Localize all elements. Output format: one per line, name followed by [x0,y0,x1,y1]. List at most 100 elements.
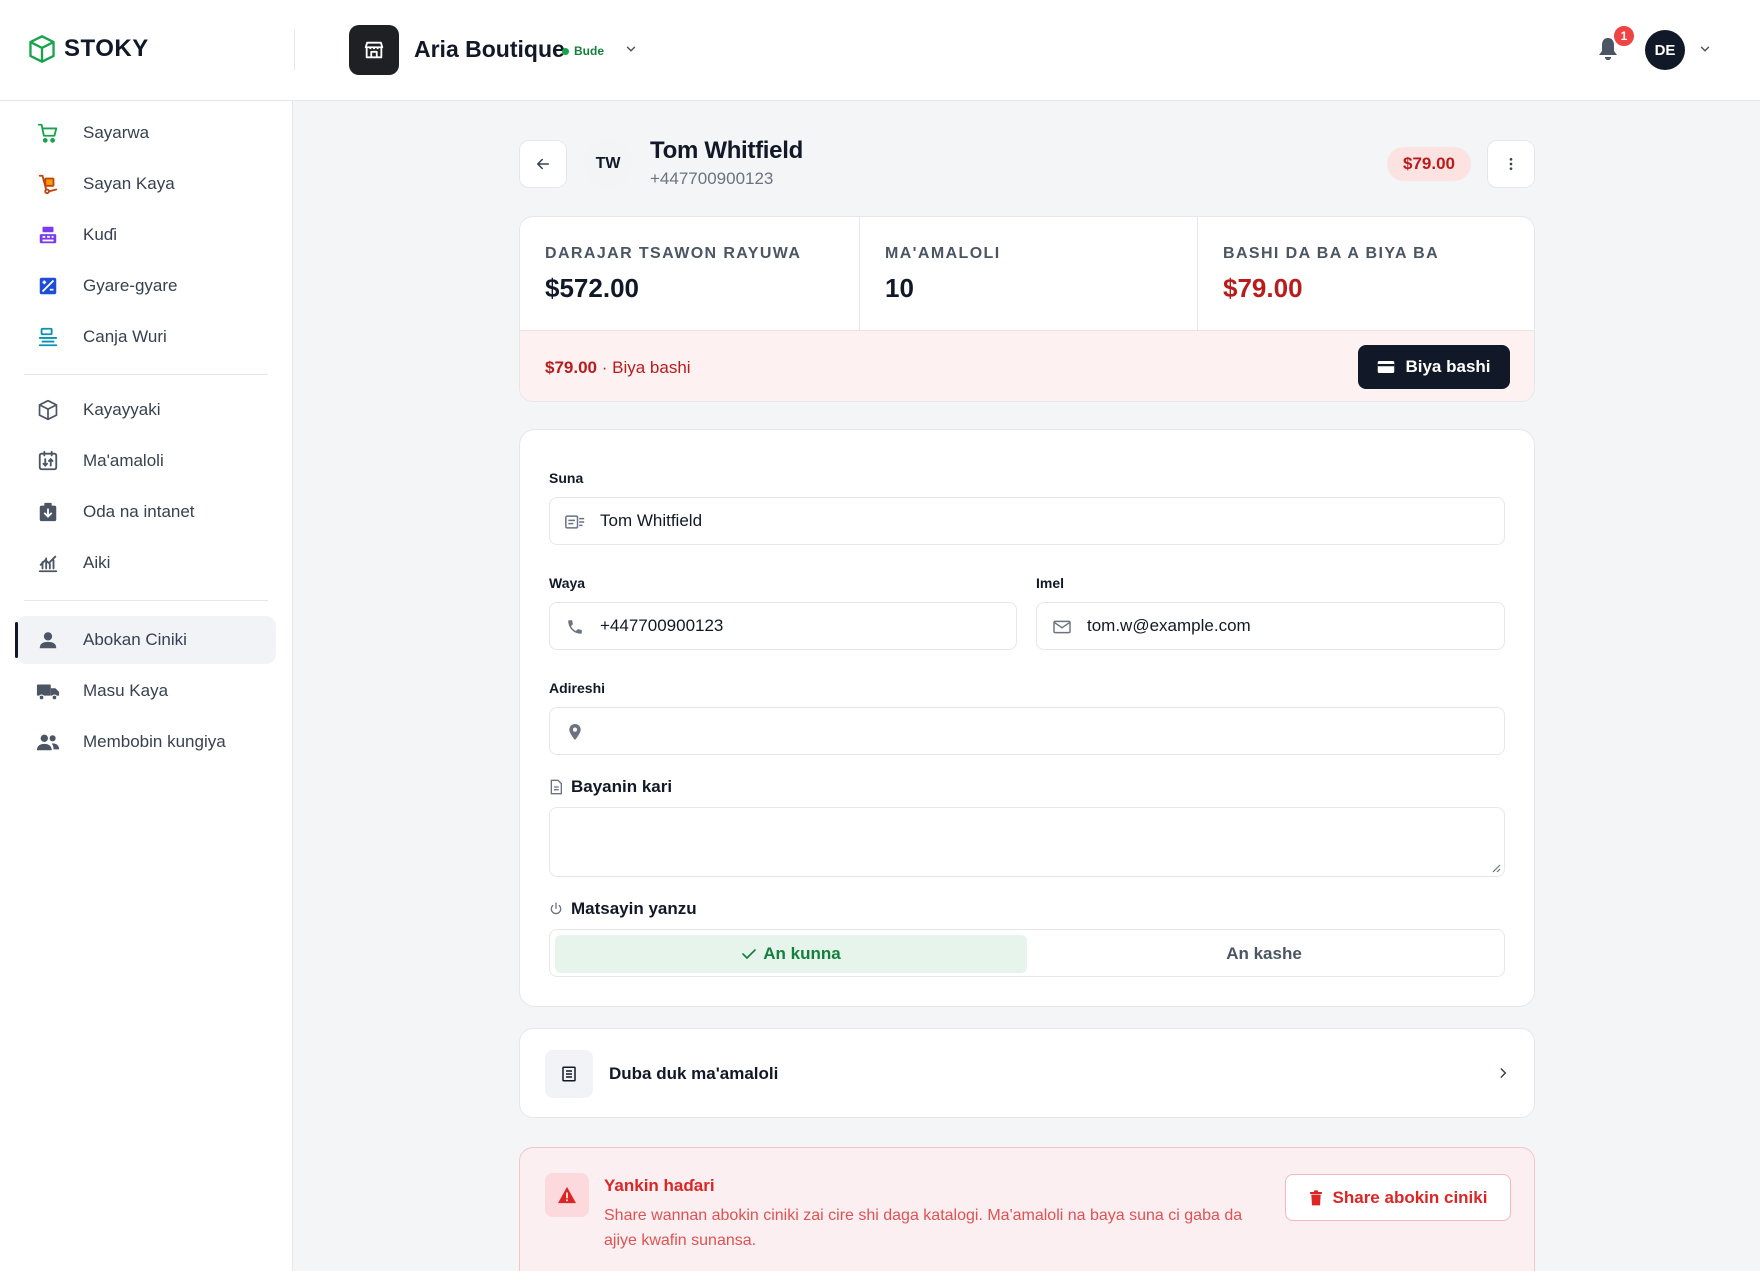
payment-summary: $79.00 · Biya bashi [545,358,691,378]
sidebar-divider [24,374,268,375]
pay-debt-button[interactable]: Biya bashi [1358,345,1510,389]
name-label: Suna [549,470,584,486]
danger-zone-title: Yankin haɗari [604,1176,715,1195]
sidebar-item-membobin-kungiya[interactable]: Membobin kungiya [16,718,276,766]
status-active-option[interactable]: An kunna [555,935,1027,973]
store-status-badge: Bude [562,44,604,58]
check-icon [742,949,757,959]
name-field[interactable]: Tom Whitfield [549,497,1505,545]
online-order-icon [36,500,60,524]
brand-logo[interactable]: STOKY [28,34,149,64]
customer-form-card: Suna Tom Whitfield Waya +447700900123 Im… [519,429,1535,1007]
user-avatar[interactable]: DE [1645,30,1685,70]
sidebar-item-label: Abokan Ciniki [83,630,187,649]
name-field-value: Tom Whitfield [600,511,703,530]
phone-field-value: +447700900123 [600,616,724,635]
vertical-dots-icon [1509,158,1513,170]
delete-customer-label: Share abokin ciniki [1332,1187,1488,1207]
sidebar-item-maamaloli[interactable]: Ma'amaloli [16,437,276,485]
stat-label: DARAJAR TSAWON RAYUWA [545,245,802,262]
power-icon [550,902,562,915]
sidebar-item-sayarwa[interactable]: Sayarwa [16,109,276,157]
sidebar-item-gyare-gyare[interactable]: Gyare-gyare [16,262,276,310]
pay-debt-button-label: Biya bashi [1405,357,1491,376]
payment-text: · Biya bashi [601,358,691,377]
sidebar: Sayarwa Sayan Kaya Kuɗi Gyare-gyare Canj… [0,101,293,1271]
person-icon [36,628,60,652]
cart-icon [36,121,60,145]
warning-icon [545,1173,589,1217]
trash-icon [1309,1189,1322,1205]
sidebar-item-label: Canja Wuri [83,327,167,346]
user-menu-chevron-icon[interactable] [1698,42,1712,61]
danger-zone-description: Share wannan abokin ciniki zai cire shi … [604,1207,1243,1249]
stat-label: MA'AMALOLI [885,245,1001,262]
chevron-right-icon [1496,1065,1510,1086]
sidebar-item-label: Aiki [83,553,111,572]
sidebar-item-label: Gyare-gyare [83,276,178,295]
sidebar-item-oda-na-intanet[interactable]: Oda na intanet [16,488,276,536]
sidebar-item-label: Masu Kaya [83,681,169,700]
stat-outstanding-debt: BASHI DA BA A BIYA BA $79.00 [1198,217,1534,330]
arrow-left-icon [537,158,549,170]
customer-avatar: TW [584,140,632,188]
status-inactive-option[interactable]: An kashe [1027,935,1501,973]
sidebar-item-masu-kaya[interactable]: Masu Kaya [16,667,276,715]
stat-value: $572.00 [545,273,639,303]
stat-lifetime-value: DARAJAR TSAWON RAYUWA $572.00 [520,217,859,330]
transactions-icon [36,449,60,473]
status-toggle: An kunna An kashe [549,929,1505,977]
payment-strip: $79.00 · Biya bashi Biya bashi [520,330,1534,401]
back-button[interactable] [519,140,567,188]
resize-grip-icon[interactable] [1491,863,1501,873]
email-field[interactable]: tom.w@example.com [1036,602,1505,650]
notes-label-row: Bayanin kari [549,777,672,797]
list-icon [545,1050,593,1098]
sidebar-item-label: Kayayyaki [83,400,161,419]
box-icon [36,398,60,422]
transfer-icon [36,325,60,349]
danger-zone-card: Yankin haɗari Share wannan abokin ciniki… [519,1147,1535,1271]
notes-label: Bayanin kari [571,777,673,796]
address-field[interactable] [549,707,1505,755]
stats-card: DARAJAR TSAWON RAYUWA $572.00 MA'AMALOLI… [519,216,1535,402]
sidebar-item-kayayyaki[interactable]: Kayayyaki [16,386,276,434]
team-icon [36,730,60,754]
sidebar-item-label: Kuɗi [83,225,118,244]
adjust-icon [36,274,60,298]
store-switcher-chevron-icon[interactable] [624,42,638,61]
sidebar-item-label: Membobin kungiya [83,732,226,751]
store-name[interactable]: Aria Boutique [414,36,565,63]
sidebar-item-abokan-ciniki[interactable]: Abokan Ciniki [15,616,276,664]
sidebar-item-label: Oda na intanet [83,502,195,521]
sidebar-item-aiki[interactable]: Aiki [16,539,276,587]
stat-transactions: MA'AMALOLI 10 [860,217,1198,330]
sidebar-item-label: Ma'amaloli [83,451,164,470]
store-icon[interactable] [349,25,399,75]
phone-label: Waya [549,575,586,591]
email-field-value: tom.w@example.com [1087,616,1251,635]
status-inactive-label: An kashe [1226,944,1302,963]
address-label: Adireshi [549,680,606,696]
sidebar-item-sayan-kaya[interactable]: Sayan Kaya [16,160,276,208]
truck-icon [36,679,60,703]
status-label: Matsayin yanzu [571,899,697,918]
cube-logo-icon [29,35,55,63]
delete-customer-button[interactable]: Share abokin ciniki [1285,1174,1511,1221]
store-status-text: Bude [574,44,604,58]
id-card-icon [564,511,586,533]
brand-name: STOKY [64,35,149,62]
sidebar-item-label: Sayarwa [83,123,150,142]
sidebar-item-canja-wuri[interactable]: Canja Wuri [16,313,276,361]
more-options-button[interactable] [1487,140,1535,188]
view-transactions-card[interactable]: Duba duk ma'amaloli [519,1028,1535,1118]
status-active-label: An kunna [763,944,841,963]
phone-field[interactable]: +447700900123 [549,602,1017,650]
stat-value: $79.00 [1223,273,1303,303]
header-divider [294,30,295,70]
payment-amount: $79.00 [545,358,597,377]
notes-textarea[interactable] [549,807,1505,877]
cash-register-icon [36,223,60,247]
stat-label: BASHI DA BA A BIYA BA [1223,245,1440,262]
sidebar-item-kudi[interactable]: Kuɗi [16,211,276,259]
